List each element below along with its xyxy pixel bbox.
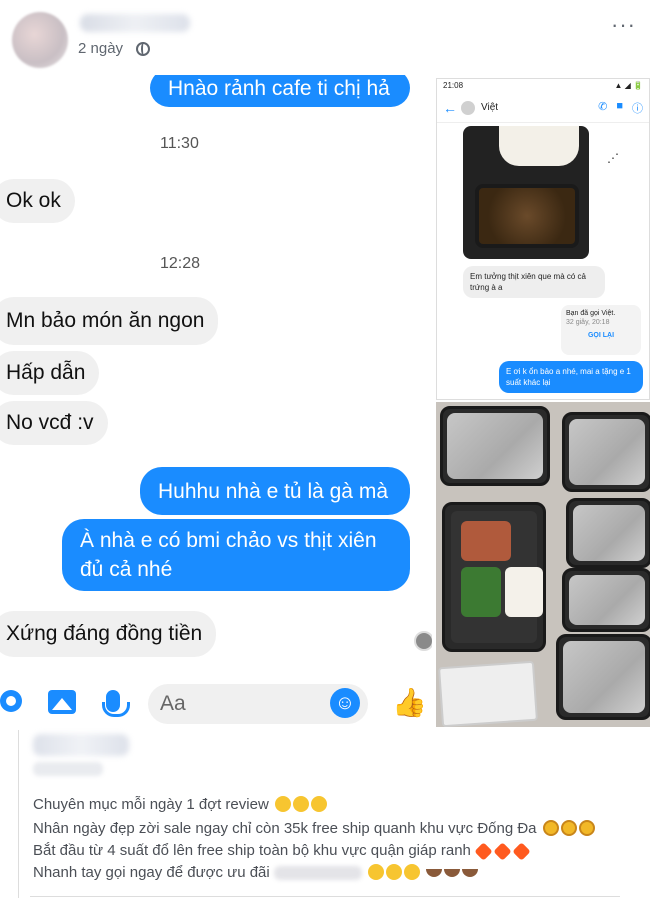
chat-screenshot: Hnào rảnh cafe ti chị hả 11:30 Ok ok 12:… xyxy=(0,75,432,727)
caption-line: Nhân ngày đẹp zời sale ngay chỉ còn 35k … xyxy=(33,820,595,837)
camera-icon[interactable] xyxy=(0,690,22,712)
messenger-header: ← Việt ✆ ■ ⓘ xyxy=(437,93,649,123)
dizzy-emoji-icon xyxy=(560,820,577,836)
chat-message-out: Huhhu nhà e tủ là gà mà xyxy=(140,467,410,515)
more-options-icon[interactable]: ··· xyxy=(611,12,636,38)
microphone-icon[interactable] xyxy=(102,690,130,717)
chopsticks-bundle xyxy=(438,660,538,727)
chat-timestamp: 11:30 xyxy=(160,135,199,152)
smile-emoji-icon xyxy=(310,796,327,812)
post-caption: Chuyên mục mỗi ngày 1 đợt review Nhân ng… xyxy=(18,730,638,898)
call-card: Bạn đã gọi Việt. 32 giây, 20:18 GỌI LẠI xyxy=(561,305,641,355)
food-box xyxy=(562,412,650,492)
dizzy-emoji-icon xyxy=(542,820,559,836)
smile-emoji-icon xyxy=(368,864,385,880)
phone-message-out: E ơi k ổn bảo a nhé, mai a tặng e 1 suất… xyxy=(499,361,643,393)
thumbs-up-icon[interactable]: 👍 xyxy=(392,686,427,719)
chat-message-in: No vcđ :v xyxy=(0,401,108,445)
caption-line: Chuyên mục mỗi ngày 1 đợt review xyxy=(33,796,327,813)
chat-message-in: Xứng đáng đồng tiền xyxy=(0,611,217,657)
chat-message-out: Hnào rảnh cafe ti chị hả xyxy=(150,75,410,107)
phone-screenshot: 21:08 ▲ ◢ 🔋 ← Việt ✆ ■ ⓘ ⋰ Em tưởng thịt… xyxy=(436,78,650,400)
collision-emoji-icon xyxy=(474,842,493,861)
seen-avatar-icon xyxy=(414,631,432,651)
food-photo[interactable] xyxy=(463,126,589,259)
call-icons: ✆ ■ ⓘ xyxy=(598,100,643,116)
dizzy-emoji-icon xyxy=(578,820,595,836)
contact-name: Việt xyxy=(481,102,499,113)
chat-message-in: Hấp dẫn xyxy=(0,351,100,395)
chat-timestamp: 12:28 xyxy=(160,255,201,272)
chat-input-bar: Aa ☺ 👍 xyxy=(0,680,432,727)
smile-emoji-icon xyxy=(292,796,309,812)
bowl-emoji-icon xyxy=(426,869,443,877)
bowl-emoji-icon xyxy=(444,869,461,877)
post-time[interactable]: 2 ngày xyxy=(78,40,123,57)
info-icon[interactable]: ⓘ xyxy=(632,100,643,116)
back-arrow-icon[interactable]: ← xyxy=(443,100,461,116)
meat-dish xyxy=(475,184,579,248)
collision-emoji-icon xyxy=(512,842,532,861)
phone-icon[interactable]: ✆ xyxy=(598,100,607,116)
bowl-emoji-icon xyxy=(462,869,479,877)
collision-emoji-icon xyxy=(493,842,512,861)
chat-message-in: Ok ok xyxy=(0,179,75,223)
caption-line: Bắt đầu từ 4 suất đổ lên free ship toàn … xyxy=(33,842,532,861)
rice xyxy=(499,126,579,166)
video-icon[interactable]: ■ xyxy=(616,100,623,116)
divider xyxy=(30,896,620,897)
food-box xyxy=(566,498,650,568)
status-bar: 21:08 ▲ ◢ 🔋 xyxy=(443,81,643,90)
shared-author-blurred[interactable] xyxy=(33,734,129,756)
food-boxes-photo[interactable] xyxy=(436,402,650,727)
photo-icon[interactable] xyxy=(48,690,76,714)
share-icon[interactable]: ⋰ xyxy=(607,151,619,165)
contact-avatar xyxy=(461,100,475,115)
food-box xyxy=(556,634,650,720)
emoji-icon[interactable]: ☺ xyxy=(330,688,360,718)
caption-line: Nhanh tay gọi ngay để được ưu đãi xyxy=(33,864,479,881)
smile-emoji-icon xyxy=(274,796,291,812)
post-header: 2 ngày ··· xyxy=(0,0,650,75)
shared-date-blurred xyxy=(33,762,103,776)
phone-number-blurred xyxy=(273,866,362,881)
phone-message-in: Em tưởng thịt xiên que mà có cả trứng à … xyxy=(463,266,605,298)
call-back-button[interactable]: GỌI LẠI xyxy=(566,332,636,339)
smile-emoji-icon xyxy=(386,864,403,880)
food-box xyxy=(440,406,550,486)
globe-icon xyxy=(136,42,150,56)
smile-emoji-icon xyxy=(404,864,421,880)
food-box xyxy=(562,568,650,632)
author-name-blurred[interactable] xyxy=(80,14,190,32)
avatar[interactable] xyxy=(12,12,68,68)
chat-message-out: À nhà e có bmi chảo vs thịt xiên đủ cả n… xyxy=(62,519,410,591)
chat-message-in: Mn bảo món ăn ngon xyxy=(0,297,219,345)
food-box-open xyxy=(442,502,546,652)
